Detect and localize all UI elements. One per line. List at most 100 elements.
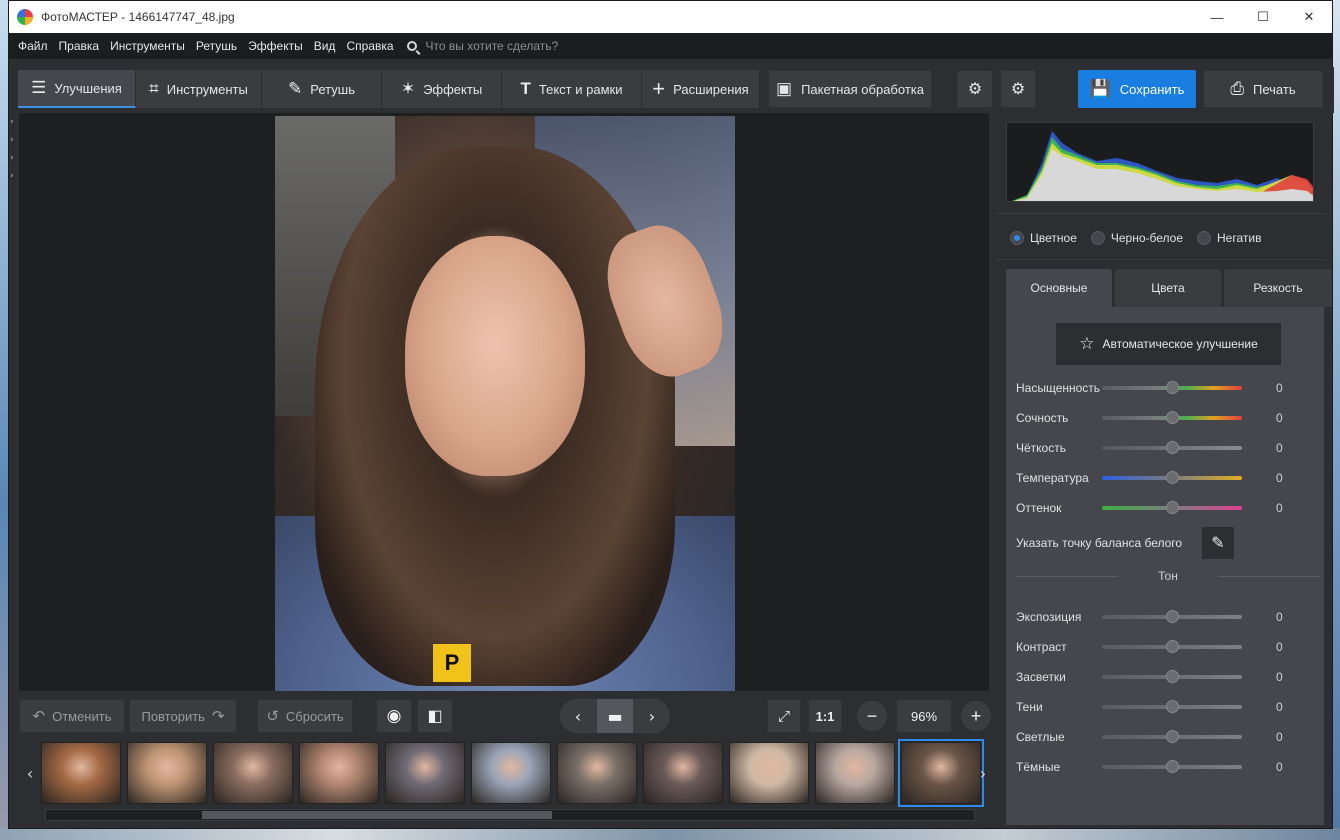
zoom-in-button[interactable]: + xyxy=(960,700,992,732)
tab-tools[interactable]: ⌗ Инструменты xyxy=(136,70,262,108)
slider-knob[interactable] xyxy=(1166,700,1179,713)
slider-track[interactable] xyxy=(1102,381,1242,394)
subtab-sharpness[interactable]: Резкость xyxy=(1224,269,1332,307)
slider-knob[interactable] xyxy=(1166,670,1179,683)
menu-retouch[interactable]: Ретушь xyxy=(196,39,237,53)
maximize-button[interactable]: ☐ xyxy=(1240,1,1286,33)
prev-image-button[interactable]: ‹ xyxy=(560,699,596,733)
mode-bw-radio[interactable] xyxy=(1090,231,1105,245)
filmstrip-thumbnail[interactable] xyxy=(127,742,207,804)
subtab-colors[interactable]: Цвета xyxy=(1115,269,1221,307)
mode-color-radio[interactable] xyxy=(1010,231,1024,245)
filmstrip-thumbnail[interactable] xyxy=(898,739,984,807)
slider-track[interactable] xyxy=(1102,640,1242,653)
tone-slider-row: Засветки 0 xyxy=(1006,666,1324,688)
slider-knob[interactable] xyxy=(1166,730,1179,743)
menu-file[interactable]: Файл xyxy=(18,39,48,53)
zoom-level-field[interactable]: 96% xyxy=(896,699,952,733)
add-preset-button[interactable]: ⚙ xyxy=(957,70,993,108)
slider-knob[interactable] xyxy=(1166,760,1179,773)
plus-icon: + xyxy=(970,705,982,726)
slider-knob[interactable] xyxy=(1166,381,1179,394)
print-button[interactable]: ⎙ Печать xyxy=(1203,70,1323,108)
subtab-basic[interactable]: Основные xyxy=(1006,269,1112,307)
slider-track[interactable] xyxy=(1102,730,1242,743)
slider-track[interactable] xyxy=(1102,760,1242,773)
tab-text-frames[interactable]: T Текст и рамки xyxy=(502,70,642,108)
scrollbar-thumb[interactable] xyxy=(202,811,552,819)
chevron-right-icon: › xyxy=(10,153,14,163)
slider-label: Экспозиция xyxy=(1016,610,1082,624)
floppy-icon: 💾 xyxy=(1089,79,1111,98)
slider-knob[interactable] xyxy=(1166,471,1179,484)
slider-track[interactable] xyxy=(1102,700,1242,713)
slider-track[interactable] xyxy=(1102,441,1242,454)
open-folder-button[interactable]: ▬ xyxy=(597,699,633,733)
slider-knob[interactable] xyxy=(1166,411,1179,424)
preview-button[interactable]: ◉ xyxy=(376,699,412,733)
filmstrip-thumbnail[interactable] xyxy=(385,742,465,804)
menu-view[interactable]: Вид xyxy=(314,39,336,53)
filmstrip-thumbnail[interactable] xyxy=(815,742,895,804)
folder-icon: ▬ xyxy=(607,706,623,726)
menu-help[interactable]: Справка xyxy=(346,39,393,53)
color-mode-group: Цветное Черно-белое Негатив xyxy=(1010,231,1275,245)
eyedropper-button[interactable]: ✎ xyxy=(1202,527,1234,559)
batch-processing-button[interactable]: ▣ Пакетная обработка xyxy=(768,70,932,108)
next-image-button[interactable]: › xyxy=(634,699,670,733)
close-button[interactable]: ✕ xyxy=(1286,1,1332,33)
save-button[interactable]: 💾 Сохранить xyxy=(1078,70,1196,108)
menu-edit[interactable]: Правка xyxy=(59,39,100,53)
redo-button[interactable]: Повторить ↷ xyxy=(129,699,237,733)
filmstrip-next-button[interactable]: › xyxy=(972,739,994,807)
mode-color-label: Цветное xyxy=(1030,231,1077,245)
slider-knob[interactable] xyxy=(1166,610,1179,623)
undo-button[interactable]: ↶ Отменить xyxy=(19,699,125,733)
tab-retouch[interactable]: ✎ Ретушь xyxy=(262,70,382,108)
filmstrip-prev-button[interactable]: ‹ xyxy=(19,739,41,807)
basic-slider-row: Чёткость 0 xyxy=(1006,437,1324,459)
slider-knob[interactable] xyxy=(1166,441,1179,454)
filmstrip-thumbnail[interactable] xyxy=(729,742,809,804)
slider-track[interactable] xyxy=(1102,610,1242,623)
filmstrip-thumbnail[interactable] xyxy=(41,742,121,804)
slider-track[interactable] xyxy=(1102,670,1242,683)
filmstrip-thumbnail[interactable] xyxy=(213,742,293,804)
main-toolbar: ☰ Улучшения ⌗ Инструменты ✎ Ретушь ✶ Эфф… xyxy=(9,67,1334,113)
filmstrip-thumbnail[interactable] xyxy=(471,742,551,804)
slider-track[interactable] xyxy=(1102,471,1242,484)
slider-track[interactable] xyxy=(1102,411,1242,424)
undo-label: Отменить xyxy=(52,708,112,724)
search-placeholder: Что вы хотите сделать? xyxy=(425,39,559,53)
slider-label: Засветки xyxy=(1016,670,1066,684)
filmstrip-thumbnail[interactable] xyxy=(557,742,637,804)
slider-value: 0 xyxy=(1276,610,1283,624)
slider-knob[interactable] xyxy=(1166,640,1179,653)
zoom-out-button[interactable]: − xyxy=(856,700,888,732)
tone-slider-row: Тени 0 xyxy=(1006,696,1324,718)
filmstrip-thumbnail[interactable] xyxy=(643,742,723,804)
menu-tools[interactable]: Инструменты xyxy=(110,39,185,53)
undo-icon: ↶ xyxy=(32,708,46,725)
auto-enhance-button[interactable]: ☆ Автоматическое улучшение xyxy=(1056,323,1281,365)
menu-effects[interactable]: Эффекты xyxy=(248,39,303,53)
fit-screen-button[interactable]: ⤢ xyxy=(767,699,801,733)
slider-value: 0 xyxy=(1276,760,1283,774)
zoom-actual-button[interactable]: 1:1 xyxy=(808,699,842,733)
slider-label: Тёмные xyxy=(1016,760,1061,774)
tab-enhance[interactable]: ☰ Улучшения xyxy=(18,70,136,108)
filmstrip-thumbnail[interactable] xyxy=(299,742,379,804)
minimize-button[interactable]: — xyxy=(1194,1,1240,33)
tab-extensions[interactable]: + Расширения xyxy=(642,70,760,108)
left-collapse-strip[interactable]: › › › › xyxy=(9,113,19,693)
slider-knob[interactable] xyxy=(1166,501,1179,514)
slider-track[interactable] xyxy=(1102,501,1242,514)
tab-effects[interactable]: ✶ Эффекты xyxy=(382,70,502,108)
compare-button[interactable]: ◧ xyxy=(417,699,453,733)
reset-button[interactable]: ↺ Сбросить xyxy=(257,699,353,733)
image-viewer[interactable]: P xyxy=(19,113,989,691)
menu-search[interactable]: Что вы хотите сделать? xyxy=(406,39,559,53)
apply-preset-button[interactable]: ⚙ xyxy=(1000,70,1036,108)
filmstrip-scrollbar[interactable] xyxy=(45,809,975,821)
mode-negative-radio[interactable] xyxy=(1197,231,1212,245)
